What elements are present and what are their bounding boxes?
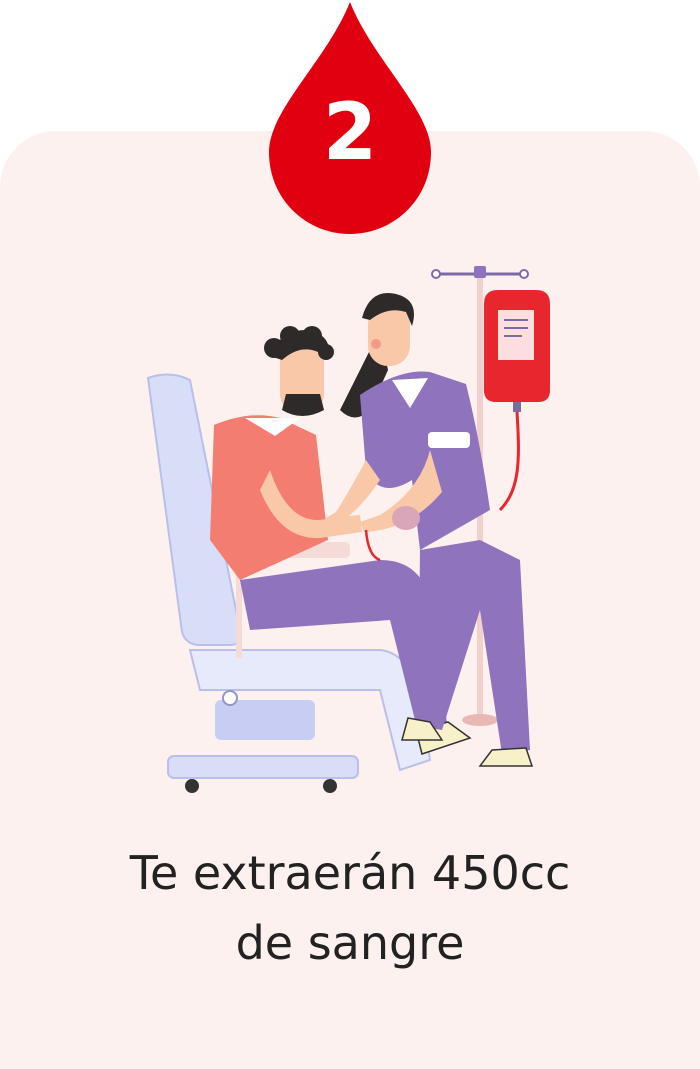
step-number: 2 <box>322 88 378 178</box>
blood-bag-icon <box>484 290 550 512</box>
caption-line-1: Te extraerán 450cc <box>129 846 571 900</box>
caption-line-2: de sangre <box>235 916 465 970</box>
step-caption: Te extraerán 450cc de sangre <box>0 838 700 978</box>
blood-donation-illustration <box>146 266 550 793</box>
